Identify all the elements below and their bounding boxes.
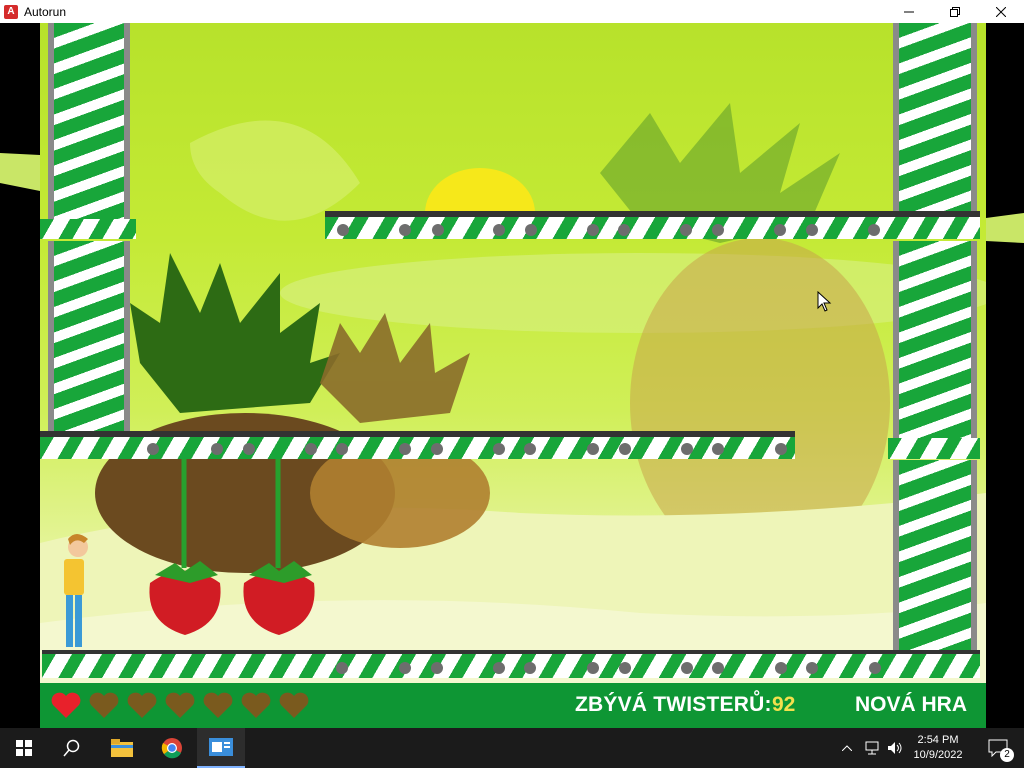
heart-empty-icon	[126, 691, 158, 719]
strawberry-2	[243, 459, 315, 635]
minimize-icon	[904, 11, 914, 12]
file-explorer-icon	[111, 739, 133, 757]
heart-full-icon	[50, 691, 82, 719]
search-button[interactable]	[48, 728, 96, 768]
twisters-remaining-count: 92	[772, 693, 796, 716]
twisters-remaining-label: ZBÝVÁ TWISTERŮ:	[575, 693, 772, 716]
file-explorer-button[interactable]	[98, 728, 146, 768]
heart-empty-icon	[202, 691, 234, 719]
close-icon	[996, 6, 1006, 17]
autorun-window-icon: A	[4, 4, 18, 19]
system-clock[interactable]: 2:54 PM 10/9/2022	[908, 728, 968, 768]
start-button[interactable]	[0, 728, 48, 768]
heart-empty-icon	[240, 691, 272, 719]
windows-start-icon	[16, 740, 32, 756]
autorun-app-icon	[209, 738, 233, 756]
network-icon	[865, 741, 879, 755]
volume-icon	[888, 742, 902, 754]
notification-count: 2	[1000, 748, 1014, 762]
autorun-taskbar-button[interactable]	[197, 728, 245, 768]
windows-taskbar: 2:54 PM 10/9/2022 2	[0, 728, 1024, 768]
chevron-up-icon	[842, 745, 852, 751]
volume-button[interactable]	[884, 728, 906, 768]
restore-button[interactable]	[932, 0, 978, 23]
restore-icon	[950, 6, 960, 17]
clock-time: 2:54 PM	[917, 734, 959, 746]
tray-overflow-button[interactable]	[836, 728, 858, 768]
notifications-button[interactable]: 2	[978, 728, 1018, 768]
lives-hearts	[50, 691, 310, 719]
heart-empty-icon	[164, 691, 196, 719]
heart-empty-icon	[278, 691, 310, 719]
hanging-strawberries	[149, 459, 315, 635]
heart-empty-icon	[88, 691, 120, 719]
clock-date: 10/9/2022	[913, 749, 963, 761]
search-icon	[63, 739, 80, 757]
strawberry-1	[149, 459, 221, 635]
network-button[interactable]	[860, 728, 884, 768]
chrome-button[interactable]	[148, 728, 196, 768]
chrome-icon	[161, 738, 182, 759]
window-controls	[886, 0, 1024, 23]
game-hud: ZBÝVÁ TWISTERŮ: 92 NOVÁ HRA	[40, 683, 986, 728]
new-game-button[interactable]: NOVÁ HRA	[855, 693, 967, 717]
minimize-button[interactable]	[886, 0, 932, 23]
window-title: Autorun	[24, 4, 67, 19]
game-scene[interactable]	[40, 23, 986, 728]
mouse-cursor	[817, 291, 832, 312]
window-titlebar: A Autorun	[0, 0, 1024, 23]
close-button[interactable]	[978, 0, 1024, 23]
player-character	[64, 534, 88, 647]
game-area[interactable]: ZBÝVÁ TWISTERŮ: 92 NOVÁ HRA	[0, 23, 1024, 728]
